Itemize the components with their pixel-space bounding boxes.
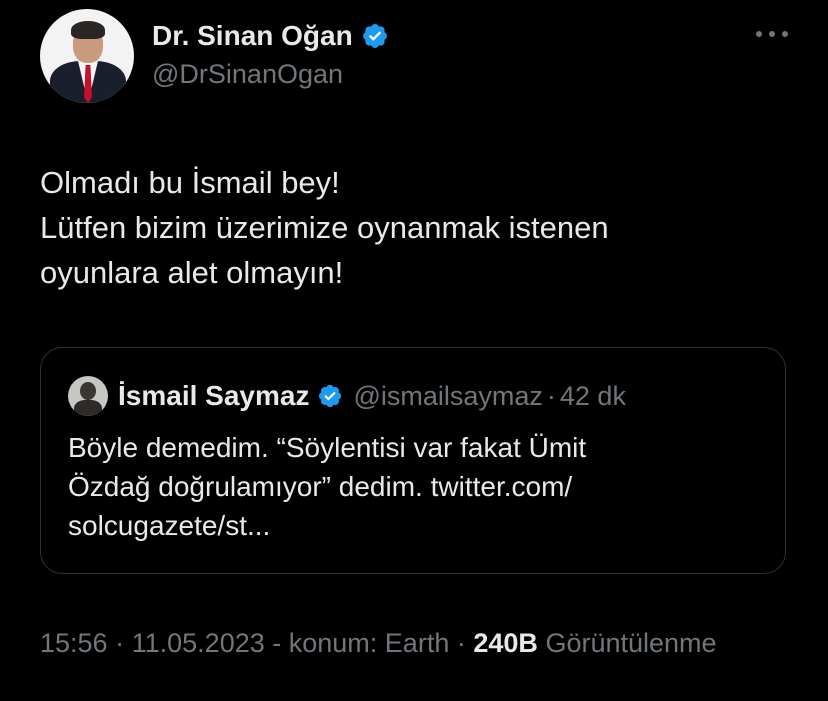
separator-dot: · xyxy=(456,628,466,658)
tweet-meta: 15:56 · 11.05.2023 - konum: Earth · 240B… xyxy=(40,624,717,662)
quoted-text-line: Özdağ doğrulamıyor” dedim. twitter.com/ xyxy=(68,471,573,502)
tweet[interactable]: Dr. Sinan Oğan @DrSinanOgan Olmadı bu İs… xyxy=(0,0,828,701)
tweet-date[interactable]: 11.05.2023 xyxy=(132,628,265,658)
verified-badge-icon[interactable] xyxy=(361,22,389,50)
tweet-header: Dr. Sinan Oğan @DrSinanOgan xyxy=(40,8,788,104)
quoted-tweet[interactable]: İsmail Saymaz @ismailsaymaz · 42 dk Böyl… xyxy=(40,347,786,574)
author-display-name[interactable]: Dr. Sinan Oğan xyxy=(152,19,353,53)
verified-badge-icon xyxy=(317,383,343,409)
views-label: Görüntülenme xyxy=(545,628,717,658)
quoted-tweet-header: İsmail Saymaz @ismailsaymaz · 42 dk xyxy=(68,376,626,416)
tweet-text-line: oyunlara alet olmayın! xyxy=(40,255,344,290)
tweet-time[interactable]: 15:56 xyxy=(40,628,108,658)
author-names: Dr. Sinan Oğan @DrSinanOgan xyxy=(152,19,389,93)
tweet-location: - konum: Earth xyxy=(272,628,450,658)
separator-dot: · xyxy=(115,628,125,658)
quoted-text-line: solcugazete/st... xyxy=(68,510,271,541)
author-name-row: Dr. Sinan Oğan xyxy=(152,19,389,53)
tweet-text: Olmadı bu İsmail bey! Lütfen bizim üzeri… xyxy=(40,160,790,295)
quoted-author-avatar xyxy=(68,376,108,416)
views-count[interactable]: 240B xyxy=(473,628,538,658)
separator-dot: · xyxy=(546,380,556,411)
quoted-author-display-name: İsmail Saymaz xyxy=(118,380,310,411)
quoted-tweet-time: 42 dk xyxy=(559,380,626,411)
author-handle[interactable]: @DrSinanOgan xyxy=(152,55,389,93)
quoted-author-handle: @ismailsaymaz xyxy=(353,380,543,411)
author-avatar[interactable] xyxy=(40,9,134,103)
quoted-tweet-text: Böyle demedim. “Söylentisi var fakat Ümi… xyxy=(68,428,758,545)
quoted-text-line: Böyle demedim. “Söylentisi var fakat Ümi… xyxy=(68,432,587,463)
tweet-text-line: Lütfen bizim üzerimize oynanmak istenen xyxy=(40,210,609,245)
tweet-text-line: Olmadı bu İsmail bey! xyxy=(40,165,340,200)
more-horizontal-icon[interactable] xyxy=(756,22,788,46)
